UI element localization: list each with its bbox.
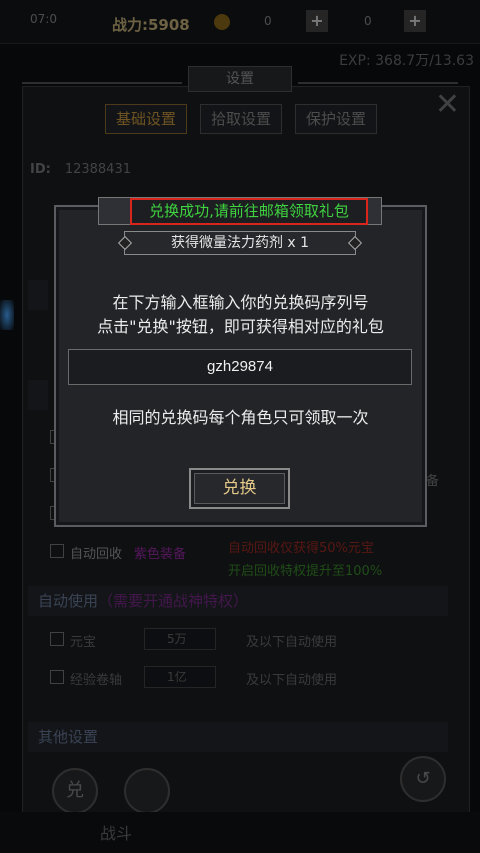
redeem-code-input[interactable]: gzh29874	[68, 349, 412, 385]
redeem-limit-note: 相同的兑换码每个角色只可领取一次	[112, 408, 369, 427]
instruction-line-1: 在下方输入框输入你的兑换码序列号	[112, 293, 369, 312]
instruction-line-2: 点击"兑换"按钮，即可获得相对应的礼包	[97, 317, 384, 336]
reward-banner: 获得微量法力药剂 x 1	[124, 231, 356, 255]
redeem-button[interactable]: 兑换	[189, 468, 290, 509]
success-toast: 兑换成功,请前往邮箱领取礼包	[130, 198, 368, 225]
